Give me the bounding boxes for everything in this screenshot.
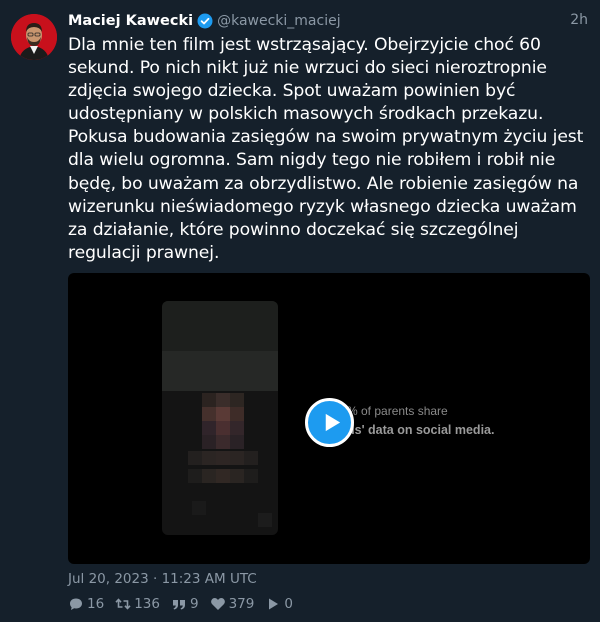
play-button[interactable] xyxy=(305,398,354,447)
tweet-text: Dla mnie ten film jest wstrząsający. Obe… xyxy=(68,35,589,263)
video-player[interactable]: % of parents share ds' data on social me… xyxy=(68,273,590,564)
avatar[interactable] xyxy=(11,14,57,60)
author-name[interactable]: Maciej Kawecki xyxy=(68,13,193,29)
retweet-icon xyxy=(115,598,131,610)
tweet-header: Maciej Kawecki @kawecki_maciej 2h xyxy=(68,11,588,31)
author-handle[interactable]: @kawecki_maciej xyxy=(217,13,341,29)
views-icon xyxy=(269,598,279,610)
tweet-date[interactable]: Jul 20, 2023 · 11:23 AM UTC xyxy=(68,571,257,587)
tweet-stats: 16 136 9 379 0 xyxy=(68,596,304,612)
video-overlay-line2: ds' data on social media. xyxy=(347,423,495,437)
quote-icon xyxy=(172,600,185,610)
retweet-count: 136 xyxy=(134,596,160,612)
tweet-timestamp[interactable]: 2h xyxy=(570,12,588,28)
quote-count: 9 xyxy=(189,596,199,612)
video-thumbnail xyxy=(162,301,278,535)
views-count: 0 xyxy=(284,596,293,612)
views-button[interactable]: 0 xyxy=(265,596,293,612)
verified-badge-icon xyxy=(197,13,213,29)
like-icon xyxy=(210,598,225,610)
play-icon xyxy=(325,413,341,432)
video-overlay-line1: % of parents share xyxy=(347,404,448,418)
like-button[interactable]: 379 xyxy=(210,596,255,612)
reply-icon xyxy=(70,598,82,610)
retweet-button[interactable]: 136 xyxy=(115,596,160,612)
video-overlay-text: % of parents share ds' data on social me… xyxy=(347,402,494,440)
reply-count: 16 xyxy=(87,596,105,612)
reply-button[interactable]: 16 xyxy=(68,596,104,612)
tweet: Maciej Kawecki @kawecki_maciej 2h Dla mn… xyxy=(0,0,600,622)
quote-button[interactable]: 9 xyxy=(171,596,199,612)
like-count: 379 xyxy=(228,596,255,612)
